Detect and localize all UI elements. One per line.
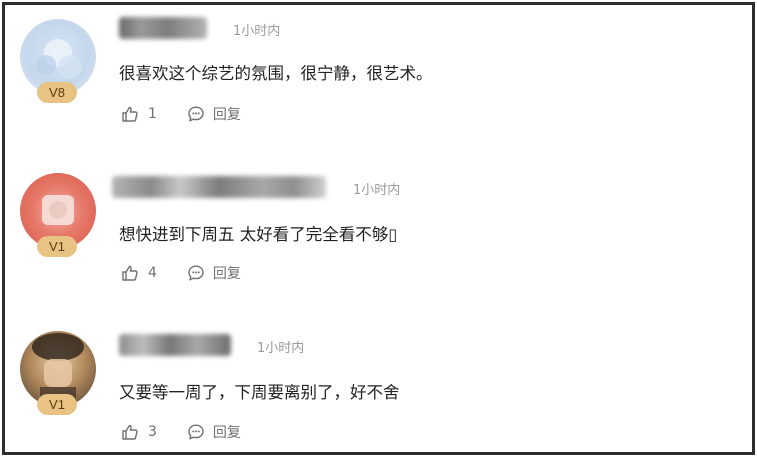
comment-timestamp: 1小时内: [353, 183, 401, 198]
like-button[interactable]: 3: [121, 423, 157, 441]
thumbs-up-icon: [122, 265, 138, 281]
avatar-container[interactable]: V1: [20, 173, 96, 263]
reply-label: 回复: [212, 425, 241, 441]
vip-level-badge: V1: [37, 236, 77, 257]
comment-text: 很喜欢这个综艺的氛围，很宁静，很艺术。: [119, 64, 433, 83]
reply-label: 回复: [212, 266, 241, 282]
avatar-container[interactable]: V8: [20, 19, 96, 109]
reply-label: 回复: [212, 107, 241, 123]
comment-list-frame: V8 1小时内 很喜欢这个综艺的氛围，很宁静，很艺术。 1 回复 V1 1小时内…: [2, 2, 755, 455]
reply-button[interactable]: 回复: [187, 104, 241, 124]
reply-bubble-icon: [188, 424, 204, 440]
avatar-container[interactable]: V1: [20, 331, 96, 421]
blurred-username[interactable]: [112, 176, 326, 198]
like-count: 1: [148, 106, 157, 122]
comment-timestamp: 1小时内: [233, 24, 281, 39]
reply-button[interactable]: 回复: [187, 422, 241, 442]
comment-text: 又要等一周了，下周要离别了，好不舍: [119, 383, 400, 402]
like-button[interactable]: 4: [121, 264, 157, 282]
reply-bubble-icon: [188, 265, 204, 281]
vip-level-badge: V8: [37, 82, 77, 103]
like-count: 4: [148, 265, 157, 281]
comment-timestamp: 1小时内: [257, 341, 305, 356]
thumbs-up-icon: [122, 106, 138, 122]
vip-level-badge: V1: [37, 394, 77, 415]
comment-text: 想快进到下周五 太好看了完全看不够▯: [119, 225, 398, 244]
comment-actions: 3 回复: [121, 421, 241, 443]
comment-actions: 4 回复: [121, 262, 241, 284]
like-count: 3: [148, 424, 157, 440]
like-button[interactable]: 1: [121, 105, 157, 123]
comment-actions: 1 回复: [121, 103, 241, 125]
reply-button[interactable]: 回复: [187, 263, 241, 283]
thumbs-up-icon: [122, 424, 138, 440]
blurred-username[interactable]: [119, 334, 231, 356]
reply-bubble-icon: [188, 106, 204, 122]
blurred-username[interactable]: [119, 17, 207, 39]
